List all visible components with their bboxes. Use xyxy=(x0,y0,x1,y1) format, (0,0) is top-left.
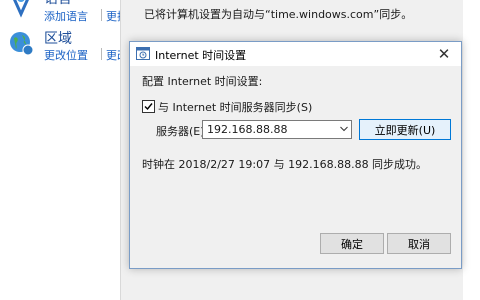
dialog-title: Internet 时间设置 xyxy=(155,49,247,62)
close-button[interactable]: ✕ xyxy=(427,42,461,66)
region-item: 区域 更改位置 更改 xyxy=(8,28,128,63)
region-title[interactable]: 区域 xyxy=(44,28,72,48)
sync-checkbox-label[interactable]: 与 Internet 时间服务器同步(S) xyxy=(158,99,312,115)
close-icon: ✕ xyxy=(437,45,451,63)
checkmark-icon xyxy=(144,103,153,111)
sync-status-text: 时钟在 2018/2/27 19:07 与 192.168.88.88 同步成功… xyxy=(142,158,428,171)
sync-checkbox[interactable] xyxy=(142,100,155,113)
cancel-button[interactable]: 取消 xyxy=(387,233,451,254)
dialog-titlebar[interactable]: Internet 时间设置 ✕ xyxy=(130,42,461,66)
add-language-link[interactable]: 添加语言 xyxy=(44,8,88,24)
language-title[interactable]: 语言 xyxy=(44,0,72,8)
chevron-down-icon[interactable] xyxy=(340,126,348,132)
server-input-value[interactable]: 192.168.88.88 xyxy=(207,123,287,136)
update-now-button[interactable]: 立即更新(U) xyxy=(359,119,451,140)
internet-time-settings-dialog: Internet 时间设置 ✕ 配置 Internet 时间设置: 与 Inte… xyxy=(129,41,462,269)
sync-status-message: 已将计算机设置为自动与“time.windows.com”同步。 xyxy=(144,8,413,21)
language-icon xyxy=(8,0,34,18)
control-panel-sidebar: 语言 添加语言 更换 区域 更改位置 更改 xyxy=(0,0,128,300)
separator xyxy=(101,9,102,21)
ok-button[interactable]: 确定 xyxy=(320,233,384,254)
server-label: 服务器(E): xyxy=(156,125,209,138)
language-item: 语言 添加语言 更换 xyxy=(8,0,128,28)
config-label: 配置 Internet 时间设置: xyxy=(142,75,263,88)
separator xyxy=(101,48,102,60)
window-edge xyxy=(463,0,480,300)
change-location-link[interactable]: 更改位置 xyxy=(44,47,88,63)
globe-icon xyxy=(8,30,34,56)
clock-window-icon xyxy=(136,47,150,60)
server-combobox[interactable]: 192.168.88.88 xyxy=(202,120,352,139)
